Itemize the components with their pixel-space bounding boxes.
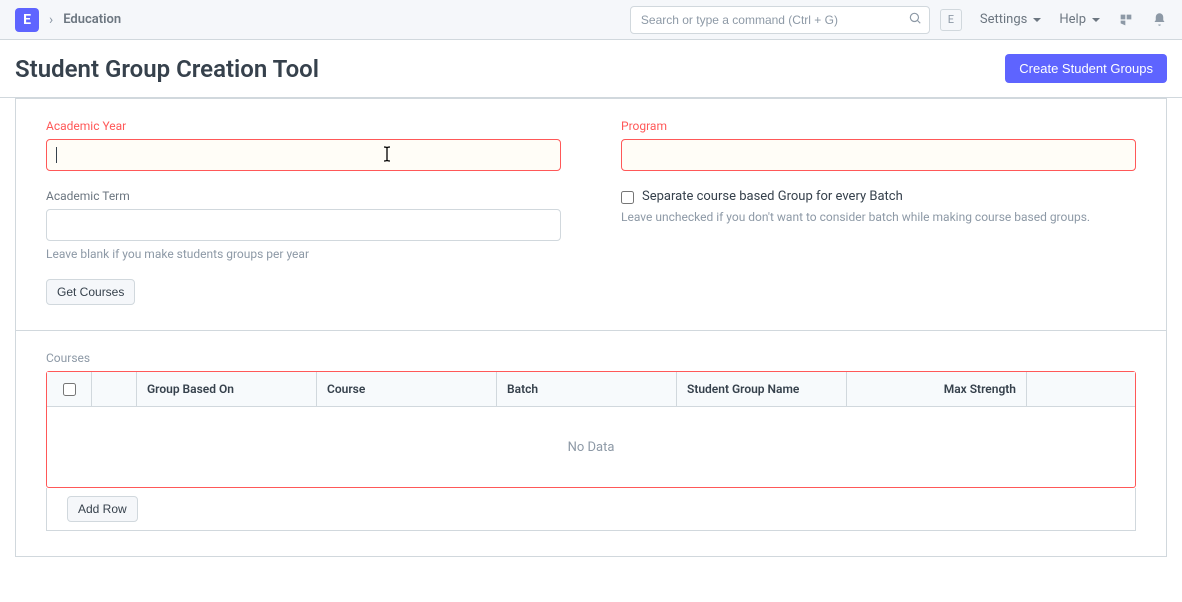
create-student-groups-button[interactable]: Create Student Groups <box>1005 54 1167 83</box>
breadcrumb-education[interactable]: Education <box>63 12 121 27</box>
col-student-group-name: Student Group Name <box>677 372 847 406</box>
search-container <box>630 6 930 34</box>
form-section-table: Courses Group Based On Course Batch Stud… <box>16 331 1166 556</box>
get-courses-button[interactable]: Get Courses <box>46 279 135 305</box>
grid-footer: Add Row <box>46 488 1136 531</box>
user-badge[interactable]: E <box>940 9 962 31</box>
page-title: Student Group Creation Tool <box>15 55 319 83</box>
add-row-button[interactable]: Add Row <box>67 496 138 522</box>
chevron-down-icon <box>1092 18 1100 22</box>
no-data-text: No Data <box>568 440 615 455</box>
academic-year-label: Academic Year <box>46 119 561 133</box>
form-col-academic-year: Academic Year <box>46 119 561 171</box>
col-index <box>92 372 137 406</box>
academic-term-input[interactable] <box>46 209 561 241</box>
col-actions <box>1027 372 1135 406</box>
chevron-down-icon <box>1033 18 1041 22</box>
help-link[interactable]: Help <box>1059 12 1100 27</box>
help-label: Help <box>1059 12 1086 27</box>
academic-year-wrap <box>46 139 561 171</box>
text-caret <box>56 147 57 163</box>
form-row: Get Courses <box>46 279 1136 305</box>
navbar: E › Education E Settings Help <box>0 0 1182 40</box>
col-group-based-on: Group Based On <box>137 372 317 406</box>
navbar-right: E Settings Help <box>940 9 1167 31</box>
search-input[interactable] <box>630 6 930 34</box>
form-col-academic-term: Academic Term Leave blank if you make st… <box>46 189 561 261</box>
col-course: Course <box>317 372 497 406</box>
search-icon[interactable] <box>908 11 922 29</box>
breadcrumb-separator: › <box>49 12 53 28</box>
form-container: Academic Year Program Academic Term Leav… <box>15 98 1167 557</box>
col-max-strength: Max Strength <box>847 372 1027 406</box>
form-col-separate: Separate course based Group for every Ba… <box>621 189 1136 261</box>
settings-label: Settings <box>980 12 1027 27</box>
separate-checkbox-label: Separate course based Group for every Ba… <box>642 189 903 204</box>
form-section-main: Academic Year Program Academic Term Leav… <box>16 99 1166 331</box>
settings-link[interactable]: Settings <box>980 12 1041 27</box>
form-col-program: Program <box>621 119 1136 171</box>
program-input[interactable] <box>621 139 1136 171</box>
form-row: Academic Term Leave blank if you make st… <box>46 189 1136 261</box>
courses-label: Courses <box>46 351 1136 365</box>
form-row: Academic Year Program <box>46 119 1136 171</box>
academic-year-input[interactable] <box>46 139 561 171</box>
col-batch: Batch <box>497 372 677 406</box>
page-head: Student Group Creation Tool Create Stude… <box>0 40 1182 98</box>
bell-icon[interactable] <box>1152 12 1167 27</box>
col-checkbox <box>47 372 92 406</box>
chat-icon[interactable] <box>1118 12 1134 28</box>
academic-term-help: Leave blank if you make students groups … <box>46 247 561 261</box>
academic-term-label: Academic Term <box>46 189 561 203</box>
separate-checkbox-row: Separate course based Group for every Ba… <box>621 189 1136 204</box>
select-all-checkbox[interactable] <box>63 383 76 396</box>
home-icon[interactable]: E <box>15 8 39 32</box>
separate-checkbox[interactable] <box>621 191 634 204</box>
grid-body: No Data <box>47 407 1135 487</box>
program-label: Program <box>621 119 1136 133</box>
separate-checkbox-help: Leave unchecked if you don't want to con… <box>621 210 1136 224</box>
navbar-left: E › Education <box>15 8 620 32</box>
grid-header: Group Based On Course Batch Student Grou… <box>47 372 1135 407</box>
courses-grid: Group Based On Course Batch Student Grou… <box>46 371 1136 488</box>
